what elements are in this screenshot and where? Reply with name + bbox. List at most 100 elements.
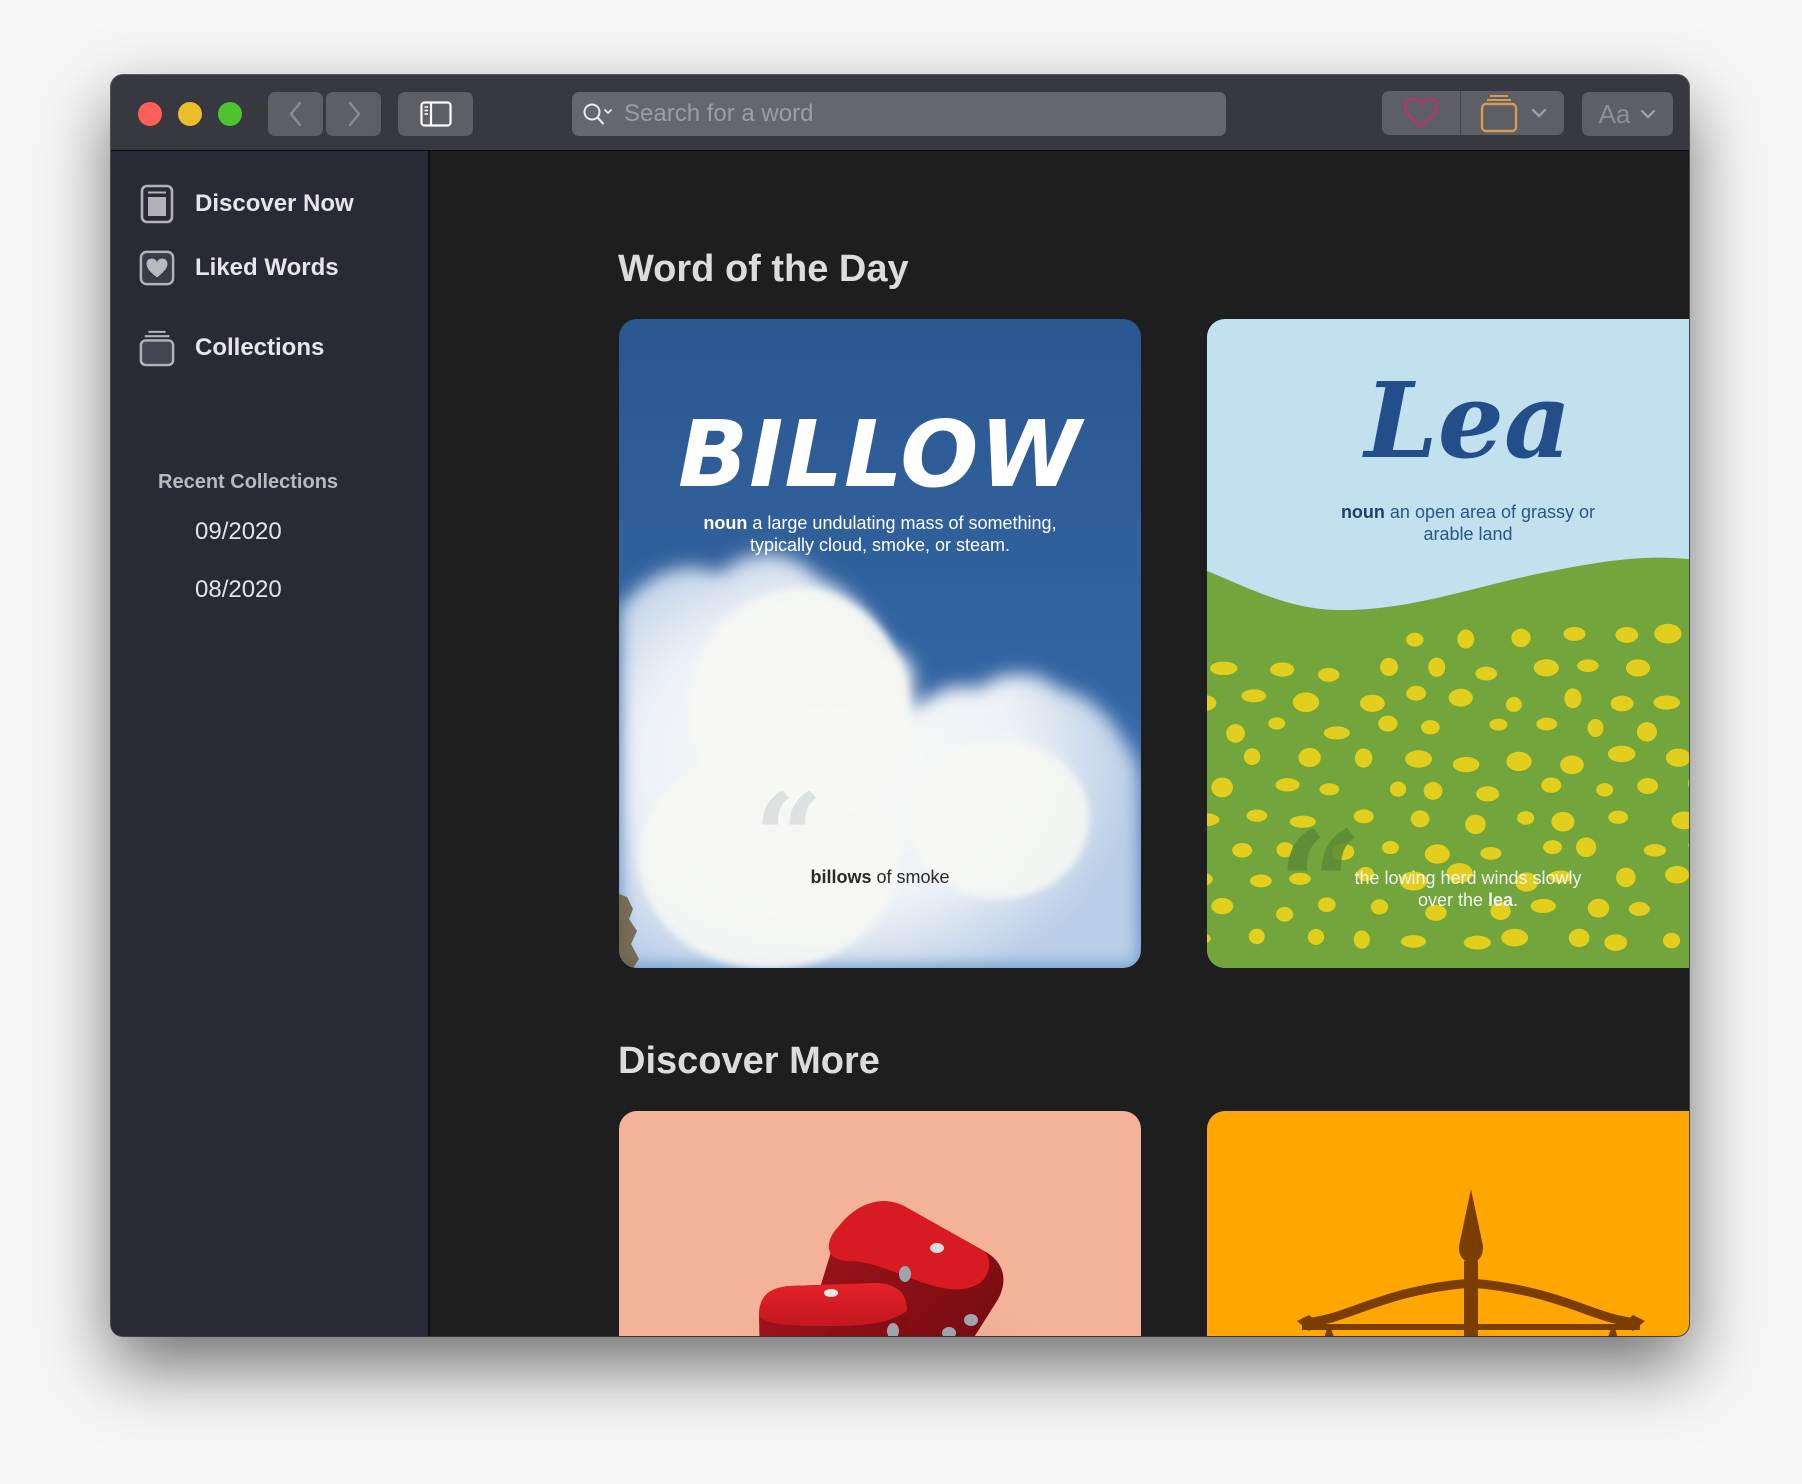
flower-dot (1241, 689, 1267, 703)
toggle-sidebar-button[interactable] (398, 92, 473, 136)
flower-dot (1608, 810, 1629, 824)
toolbar: Aa (111, 75, 1689, 151)
sidebar-item-label: Collections (195, 334, 325, 361)
flower-dot (1610, 695, 1634, 712)
flower-dot (1359, 694, 1385, 712)
flower-dot (1406, 685, 1427, 701)
example-text: of smoke (871, 867, 950, 887)
flower-dot (1380, 657, 1398, 677)
close-window-button[interactable] (138, 102, 162, 126)
flower-dot (1607, 745, 1636, 763)
flower-dot (1319, 783, 1340, 796)
flower-dot (1410, 810, 1430, 828)
word-example: billows of smoke (619, 867, 1141, 888)
flower-dot (1405, 750, 1433, 768)
flower-dot (1381, 841, 1399, 855)
flower-dot (1209, 661, 1238, 676)
flower-dot (1243, 748, 1261, 766)
sidebar-item-discover-now[interactable]: Discover Now (139, 184, 354, 224)
word-definition: noun a large undulating mass of somethin… (619, 512, 1141, 556)
main-content: Word of the Day “ BILLOW noun a large un… (430, 151, 1689, 1336)
like-collection-group (1382, 91, 1564, 135)
flower-dot (1577, 659, 1599, 673)
heart-square-icon (139, 248, 175, 288)
flower-dot (1421, 720, 1440, 735)
definition-line: a large undulating mass of something, (747, 513, 1057, 533)
word-billow: BILLOW (677, 401, 1082, 508)
recent-collection-item[interactable]: 08/2020 (195, 576, 282, 604)
flower-dot (1551, 811, 1575, 832)
flower-dot (1389, 781, 1407, 797)
definition-line: typically cloud, smoke, or steam. (749, 535, 1011, 555)
flower-dot (1448, 688, 1473, 707)
flower-dot (1226, 724, 1245, 743)
add-to-collection-button[interactable] (1461, 91, 1564, 135)
flower-dot (1563, 626, 1586, 641)
sidebar-item-collections[interactable]: Collections (139, 328, 324, 368)
discover-card-dice[interactable] (619, 1111, 1141, 1336)
definition-line: an open area of grassy or (1384, 502, 1596, 522)
flower-dot (1568, 928, 1590, 948)
flower-dot (1268, 717, 1286, 730)
flower-dot (1576, 837, 1597, 858)
flower-dot (1541, 777, 1562, 793)
font-settings-button[interactable]: Aa (1582, 92, 1673, 136)
flower-dot (1489, 718, 1508, 731)
flower-dot (1604, 934, 1628, 951)
flower-dot (1400, 935, 1427, 948)
flower-dot (1637, 777, 1659, 795)
discover-more-heading: Discover More (618, 1040, 880, 1082)
word-lea: Lea (1364, 359, 1572, 482)
search-field[interactable] (572, 92, 1226, 136)
word-card-lea[interactable]: “ Lea noun an open area of grassy or ara… (1207, 319, 1689, 968)
flower-dot (1653, 695, 1681, 710)
example-highlight: billows (810, 867, 872, 887)
flower-dot (1564, 688, 1582, 709)
sidebar-item-label: Liked Words (195, 254, 339, 281)
flower-dot (1211, 777, 1233, 798)
part-of-speech: noun (1340, 502, 1385, 522)
heart-icon (1403, 97, 1439, 128)
discover-icon (139, 184, 175, 224)
like-button[interactable] (1382, 91, 1460, 135)
recent-collections-heading: Recent Collections (158, 471, 339, 493)
forward-button[interactable] (326, 92, 381, 136)
search-input[interactable] (622, 99, 1226, 129)
back-button[interactable] (268, 92, 323, 136)
flower-dot (1596, 783, 1614, 797)
word-example: the lowing herd winds slowly over the le… (1207, 867, 1689, 911)
flower-dot (1587, 718, 1604, 738)
flower-dot (1501, 928, 1529, 947)
flower-dot (1423, 781, 1443, 800)
collections-icon (139, 328, 175, 368)
flower-dot (1654, 623, 1682, 644)
sidebar-item-liked-words[interactable]: Liked Words (139, 248, 339, 288)
zoom-window-button[interactable] (218, 102, 242, 126)
app-window: Aa Discover Now (111, 75, 1689, 1336)
flower-dot (1248, 928, 1265, 945)
recent-collection-item[interactable]: 09/2020 (195, 518, 282, 546)
flower-dot (1246, 809, 1268, 822)
flower-dot (1506, 751, 1532, 772)
flower-dot (1406, 632, 1424, 647)
flower-dot (1543, 840, 1563, 855)
sidebar: Discover Now Liked Words Collections Rec… (111, 151, 430, 1336)
flower-dot (1424, 844, 1450, 864)
chevron-down-icon (1531, 108, 1546, 118)
example-highlight: lea (1488, 890, 1514, 910)
example-text: the lowing herd winds slowly (1354, 868, 1582, 888)
flower-dot (1476, 786, 1500, 802)
flower-dot (1465, 814, 1486, 835)
flower-dot (1428, 657, 1446, 677)
word-of-the-day-heading: Word of the Day (618, 248, 909, 290)
minimize-window-button[interactable] (178, 102, 202, 126)
flower-dot (1354, 748, 1373, 768)
definition-line: arable land (1423, 524, 1513, 544)
flower-dot (1232, 842, 1253, 858)
word-card-billow[interactable]: “ BILLOW noun a large undulating mass of… (619, 319, 1141, 968)
dice-illustration (619, 1111, 1141, 1336)
flower-dot (1625, 659, 1651, 677)
flower-dot (1318, 667, 1340, 682)
discover-card-scales[interactable] (1207, 1111, 1689, 1336)
flower-dot (1275, 778, 1300, 792)
